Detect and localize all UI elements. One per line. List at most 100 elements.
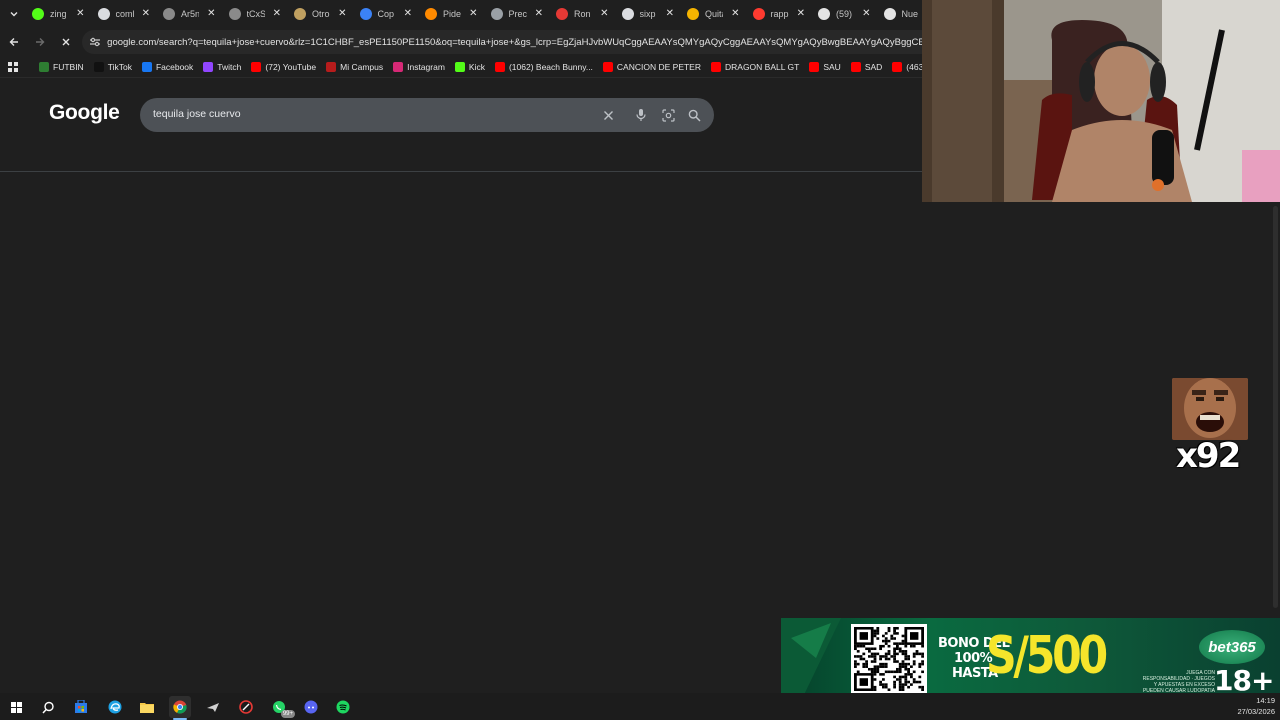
bookmark-favicon-icon <box>93 61 104 72</box>
browser-tab[interactable]: Ron ✕ <box>552 0 618 28</box>
bookmark-item[interactable]: (72) YouTube <box>246 57 321 77</box>
taskbar-chrome[interactable] <box>169 696 191 720</box>
bookmark-item[interactable]: FUTBIN <box>34 57 89 77</box>
tab-close-icon[interactable]: ✕ <box>666 7 674 21</box>
browser-tab[interactable]: zing ✕ <box>28 0 94 28</box>
voice-search-button[interactable] <box>632 106 650 124</box>
bookmark-label: FUTBIN <box>53 61 84 72</box>
google-icon <box>97 8 110 20</box>
search-box[interactable]: tequila jose cuervo <box>140 98 714 132</box>
taskbar-spotify[interactable] <box>332 696 354 718</box>
bookmark-item[interactable]: SAD <box>846 57 887 77</box>
search-submit-button[interactable] <box>685 106 703 124</box>
taskbar-app-red[interactable] <box>235 696 257 718</box>
browser-tab[interactable]: tCxS ✕ <box>225 0 291 28</box>
bookmark-item[interactable]: SAU <box>804 57 845 77</box>
tab-title: zing <box>50 9 67 19</box>
browser-tab[interactable]: Nue✕ <box>880 0 923 28</box>
copilot-icon <box>359 8 372 20</box>
url-text[interactable]: google.com/search?q=tequila+jose+cuervo&… <box>107 37 922 48</box>
browser-tab[interactable]: Otro ✕ <box>290 0 356 28</box>
tab-close-icon[interactable]: ✕ <box>404 7 412 21</box>
tab-close-icon[interactable]: ✕ <box>797 7 805 21</box>
taskbar-file-explorer[interactable] <box>136 696 158 718</box>
tab-close-icon[interactable]: ✕ <box>862 7 870 21</box>
page-icon <box>490 8 503 20</box>
tab-title: Cop <box>377 9 395 19</box>
bookmark-item[interactable]: TikTok <box>89 57 137 77</box>
chrome-icon <box>883 8 896 20</box>
browser-tab[interactable]: Ar5n ✕ <box>159 0 225 28</box>
site-settings-icon[interactable] <box>88 35 101 49</box>
bookmark-label: Kick <box>468 61 485 72</box>
browser-tab[interactable]: sixp ✕ <box>618 0 684 28</box>
taskbar-search-button[interactable] <box>37 696 59 718</box>
app-circle-icon <box>239 700 253 714</box>
bookmark-item[interactable]: Instagram <box>388 57 450 77</box>
start-button[interactable] <box>5 696 27 718</box>
tab-close-icon[interactable]: ✕ <box>76 7 84 21</box>
browser-tab[interactable]: (59) ✕ <box>814 0 880 28</box>
stop-loading-button[interactable] <box>54 30 78 54</box>
bookmark-label: (72) YouTube <box>265 61 317 72</box>
bookmark-item[interactable]: (1062) Beach Bunny... <box>490 57 598 77</box>
browser-tab[interactable]: coml ✕ <box>94 0 160 28</box>
taskbar-discord[interactable] <box>300 696 322 718</box>
tab-close-icon[interactable]: ✕ <box>600 7 608 21</box>
tab-close-icon[interactable]: ✕ <box>469 7 477 21</box>
kick-icon <box>32 8 44 20</box>
tab-search-button[interactable] <box>0 0 28 28</box>
back-button[interactable] <box>2 30 26 54</box>
browser-tab[interactable]: Preci ✕ <box>487 0 553 28</box>
bookmark-item[interactable]: DRAGON BALL GT <box>706 57 804 77</box>
bookmark-item[interactable]: Mi Campus <box>321 57 388 77</box>
tab-close-icon[interactable]: ✕ <box>338 7 346 21</box>
bookmark-label: SAU <box>823 61 841 72</box>
forward-button[interactable] <box>28 30 52 54</box>
edge-icon <box>108 700 122 714</box>
address-bar[interactable]: google.com/search?q=tequila+jose+cuervo&… <box>82 30 922 54</box>
google-logo[interactable]: Google <box>49 101 120 125</box>
globe-icon <box>228 8 241 20</box>
arrow-left-icon <box>9 38 18 46</box>
search-input[interactable]: tequila jose cuervo <box>153 108 241 120</box>
bookmark-label: DRAGON BALL GT <box>725 61 800 72</box>
browser-tab[interactable]: Pide ✕ <box>421 0 487 28</box>
bookmark-item[interactable]: (463) James Ar <box>887 57 922 77</box>
search-icon <box>41 701 54 714</box>
tab-close-icon[interactable]: ✕ <box>142 7 150 21</box>
tiktok-icon <box>818 8 830 20</box>
browser-tab[interactable]: rapp ✕ <box>749 0 815 28</box>
ad-bonus-amount: S/500 <box>986 626 1108 686</box>
chrome-icon <box>173 700 187 714</box>
emote-count: x92 <box>1176 436 1241 476</box>
taskbar-app-plane[interactable] <box>202 696 224 718</box>
bookmark-favicon-icon <box>602 61 613 72</box>
browser-tab[interactable]: Cop ✕ <box>356 0 422 28</box>
bookmark-label: SAD <box>864 61 883 72</box>
bookmark-item[interactable]: CANCION DE PETER <box>598 57 706 77</box>
tab-close-icon[interactable]: ✕ <box>207 7 215 21</box>
system-clock[interactable]: 14:19 27/03/2026 <box>1237 695 1275 717</box>
bookmark-item[interactable]: Kick <box>450 57 490 77</box>
taskbar-store[interactable] <box>70 696 92 718</box>
close-icon <box>62 38 70 46</box>
page-scrollbar[interactable] <box>1272 202 1280 612</box>
page-icon <box>687 8 699 20</box>
clear-search-button[interactable] <box>599 106 617 124</box>
tab-close-icon[interactable]: ✕ <box>731 7 739 21</box>
bookmark-favicon-icon <box>454 61 465 72</box>
apps-button[interactable] <box>0 56 26 77</box>
windows-logo-icon <box>10 701 22 713</box>
taskbar-edge[interactable] <box>104 696 126 718</box>
tab-close-icon[interactable]: ✕ <box>535 7 543 21</box>
bookmark-label: Instagram <box>407 61 445 72</box>
taskbar-whatsapp[interactable]: 99+ <box>268 696 295 718</box>
browser-tab[interactable]: Quita ✕ <box>683 0 749 28</box>
bookmark-item[interactable]: Twitch <box>198 57 246 77</box>
lens-search-button[interactable] <box>659 106 677 124</box>
tab-close-icon[interactable]: ✕ <box>273 7 281 21</box>
search-icon <box>688 109 701 122</box>
laughing-face-emote <box>1172 378 1248 440</box>
bookmark-item[interactable]: Facebook <box>137 57 198 77</box>
